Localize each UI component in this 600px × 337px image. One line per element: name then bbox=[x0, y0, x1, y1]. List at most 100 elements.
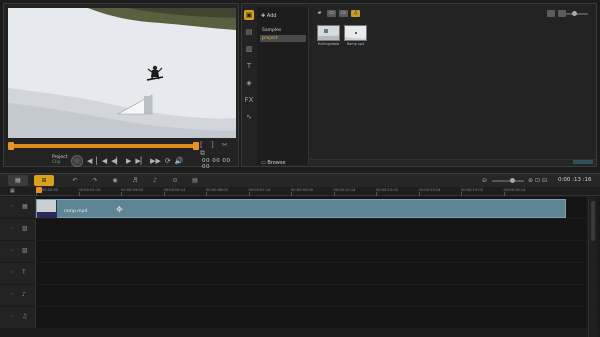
thumbnail-view-icon[interactable] bbox=[558, 10, 566, 17]
transition-icon[interactable]: ▥ bbox=[244, 44, 254, 54]
subtitle-editor-icon[interactable]: ▤ bbox=[190, 177, 200, 185]
mode-clip-label[interactable]: Clip bbox=[52, 160, 67, 165]
filter-video-icon[interactable]: ▭ bbox=[327, 10, 336, 17]
scrub-bar[interactable] bbox=[10, 144, 196, 148]
library-filter-bar: ▰ ▭ ▭ ♫ bbox=[315, 10, 360, 17]
timeline-view-tab[interactable]: ⊞ bbox=[34, 175, 54, 186]
folder-item-samples[interactable]: Samples bbox=[260, 27, 306, 34]
library-tool-strip: ▣ ▤ ▥ T ◈ FX ∿ bbox=[244, 10, 256, 129]
volume-icon[interactable]: 🔊 bbox=[175, 157, 184, 166]
home-icon[interactable]: ◀ bbox=[87, 157, 92, 166]
options-panel-toggle[interactable] bbox=[573, 160, 593, 164]
scrollbar-thumb[interactable] bbox=[591, 201, 595, 241]
track-type-icon: ▧ bbox=[22, 225, 28, 232]
ruler-label: 00:00:03:00 bbox=[121, 188, 143, 192]
media-thumbnail[interactable]: Ramp sp4 bbox=[344, 25, 367, 47]
auto-music-icon[interactable]: ♪ bbox=[150, 177, 160, 185]
track-visibility-icon[interactable]: ◦ bbox=[10, 313, 14, 320]
slider-knob[interactable] bbox=[572, 11, 577, 16]
ruler-label: 00:00:09:00 bbox=[291, 188, 313, 192]
title-icon[interactable]: T bbox=[244, 61, 254, 71]
player-timecode[interactable]: 00 00 00 00 bbox=[202, 158, 238, 170]
track-header[interactable]: ◦ ▧ bbox=[0, 219, 36, 240]
zoom-out-icon[interactable]: ⊖ bbox=[482, 177, 487, 184]
undo-icon[interactable]: ↶ bbox=[70, 177, 80, 185]
end-icon[interactable]: ▶▶ bbox=[150, 157, 161, 166]
track-visibility-icon[interactable]: ◦ bbox=[10, 269, 14, 276]
preview-window[interactable] bbox=[8, 8, 236, 138]
track-body[interactable] bbox=[36, 219, 586, 240]
timeline-ruler[interactable]: 00:00:00:00 00:00:01:14 00:00:03:00 00:00:0… bbox=[0, 187, 600, 196]
library-panel: ▣ ▤ ▥ T ◈ FX ∿ ✚ Add Samples project ▭ B… bbox=[241, 3, 597, 167]
media-icon[interactable]: ▣ bbox=[244, 10, 254, 20]
zoom-knob[interactable] bbox=[510, 178, 515, 183]
motion-tracking-icon[interactable]: ⊙ bbox=[170, 177, 180, 185]
storyboard-view-tab[interactable]: ▤ bbox=[8, 175, 28, 186]
overlay-track[interactable]: ◦ ▧ bbox=[0, 219, 600, 240]
ruler-tick bbox=[503, 192, 505, 196]
filter-audio-icon[interactable]: ♫ bbox=[351, 10, 360, 17]
track-visibility-icon[interactable]: ◦ bbox=[10, 225, 14, 232]
track-header[interactable]: ◦ ▧ bbox=[0, 241, 36, 262]
add-label: Add bbox=[266, 13, 277, 19]
graphic-icon[interactable]: ◈ bbox=[244, 78, 254, 88]
track-visibility-icon[interactable]: ◦ bbox=[10, 291, 14, 298]
track-body[interactable] bbox=[36, 263, 586, 284]
track-body[interactable] bbox=[36, 285, 586, 306]
play-icon[interactable]: ▶ bbox=[126, 157, 131, 166]
folder-item-project[interactable]: project bbox=[260, 35, 306, 42]
timeline-vertical-scrollbar[interactable] bbox=[588, 197, 597, 337]
track-header[interactable]: ◦ ♪ bbox=[0, 285, 36, 306]
ruler-tick bbox=[206, 192, 207, 196]
track-visibility-icon[interactable]: ◦ bbox=[10, 247, 14, 254]
media-name: Ramp sp4 bbox=[346, 42, 365, 46]
track-header[interactable]: ◦ ♫ bbox=[0, 307, 36, 328]
overlay-track-2[interactable]: ◦ ▧ bbox=[0, 241, 600, 262]
mode-labels: Project Clip bbox=[52, 155, 67, 165]
media-thumbnail-image bbox=[317, 25, 340, 41]
timeline-tracks: ◦ ▦ ◦ ▧ ◦ ▧ ◦ T ◦ ♪ ◦ ♫ bbox=[0, 197, 600, 337]
trim-controls[interactable]: [ ] ✂ ⧉ bbox=[200, 141, 238, 158]
music-track[interactable]: ◦ ♫ bbox=[0, 307, 600, 328]
step-back-icon[interactable]: ◀▏ bbox=[111, 157, 122, 166]
ruler-label: 00:00:01:14 bbox=[78, 188, 101, 192]
redo-icon[interactable]: ↷ bbox=[90, 177, 100, 185]
mark-out-handle[interactable] bbox=[193, 142, 199, 150]
add-folder-button[interactable]: ✚ Add bbox=[261, 13, 276, 19]
fx-icon[interactable]: FX bbox=[244, 95, 254, 105]
previous-frame-icon[interactable]: ▏◀ bbox=[96, 157, 107, 166]
mark-in-handle[interactable] bbox=[8, 142, 14, 150]
list-view-icon[interactable] bbox=[547, 10, 555, 17]
scrub-progress bbox=[10, 144, 195, 148]
folder-icon[interactable]: ▰ bbox=[315, 10, 324, 17]
path-icon[interactable]: ∿ bbox=[244, 112, 254, 122]
browse-button[interactable]: ▭ Browse bbox=[261, 160, 286, 166]
track-manager-icon[interactable]: ▦ bbox=[10, 188, 15, 194]
folder-list: ✚ Add Samples project ▭ Browse bbox=[257, 7, 309, 166]
track-body[interactable] bbox=[36, 307, 586, 328]
track-visibility-icon[interactable]: ◦ bbox=[10, 203, 14, 210]
instant-project-icon[interactable]: ▤ bbox=[244, 27, 254, 37]
track-type-icon: T bbox=[22, 269, 26, 276]
filter-photo-icon[interactable]: ▭ bbox=[339, 10, 348, 17]
clip-label: ramp.mp4 bbox=[64, 209, 88, 214]
media-thumbnail[interactable]: Hollingsdale bbox=[317, 25, 340, 47]
mode-dial-icon[interactable] bbox=[71, 155, 83, 167]
zoom-controls[interactable]: ⊕⊡⊟ bbox=[528, 177, 549, 184]
track-header[interactable]: ◦ T bbox=[0, 263, 36, 284]
repeat-icon[interactable]: ⟳ bbox=[165, 157, 171, 166]
title-track[interactable]: ◦ T bbox=[0, 263, 600, 284]
timeline-toolbar: ▤ ⊞ ↶ ↷ ◉ ♬ ♪ ⊙ ▤ ⊖ ⊕⊡⊟ 0:00 :13 :16 bbox=[0, 173, 600, 187]
zoom-slider[interactable] bbox=[492, 178, 524, 183]
sound-mixer-icon[interactable]: ♬ bbox=[130, 177, 140, 185]
ruler-label: 00:00:10:14 bbox=[333, 188, 356, 192]
clip-thumbnail bbox=[37, 200, 57, 212]
ruler-label: 00:00:15:00 bbox=[461, 188, 483, 192]
thumbnail-size-slider[interactable] bbox=[566, 11, 588, 16]
track-body[interactable] bbox=[36, 241, 586, 262]
step-forward-icon[interactable]: ▶▏ bbox=[135, 157, 146, 166]
track-header[interactable]: ◦ ▦ bbox=[0, 197, 36, 218]
playhead[interactable] bbox=[36, 187, 42, 193]
voice-track[interactable]: ◦ ♪ bbox=[0, 285, 600, 306]
record-capture-icon[interactable]: ◉ bbox=[110, 177, 120, 185]
